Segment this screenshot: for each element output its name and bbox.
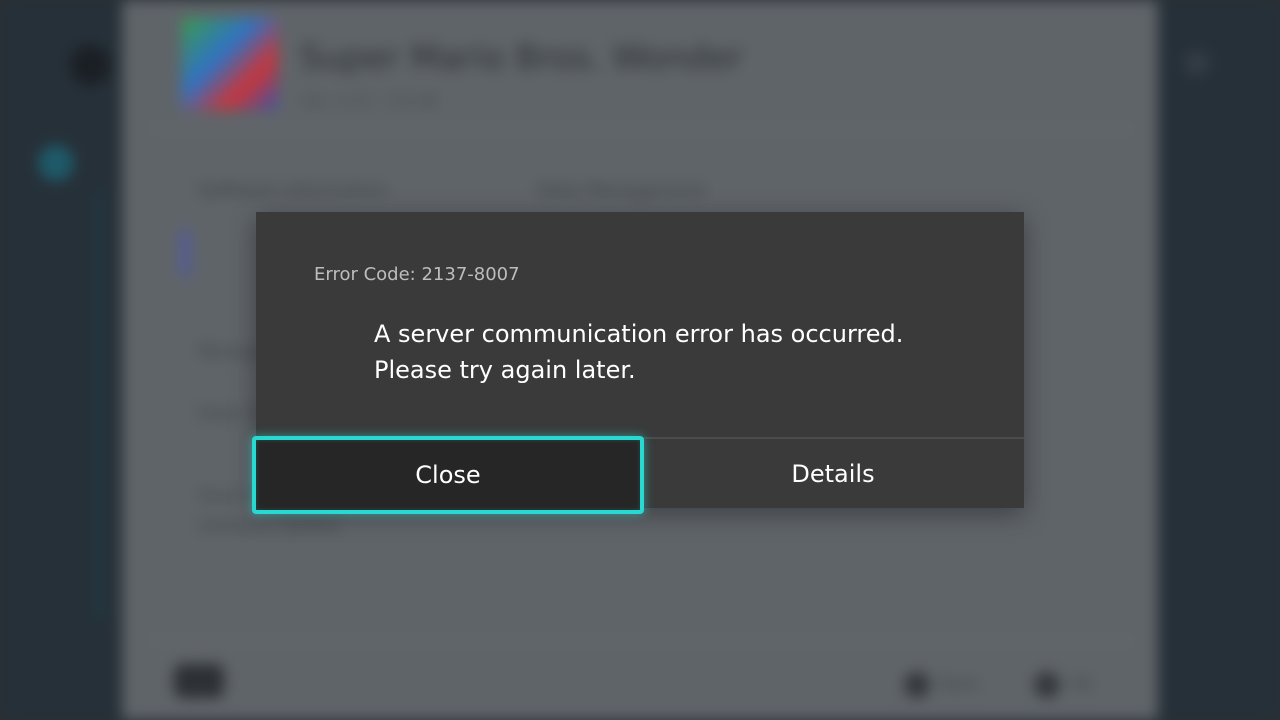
game-subtitle: Ver. 1.0.0 · 4.6 GB: [302, 92, 438, 110]
error-dialog: Error Code: 2137-8007 A server communica…: [252, 212, 1024, 514]
game-title: Super Mario Bros. Wonder: [300, 38, 743, 78]
details-button-label: Details: [791, 459, 875, 488]
details-button[interactable]: Details: [642, 439, 1024, 508]
close-button-label: Close: [415, 461, 481, 489]
a-button-icon: [1034, 672, 1060, 698]
game-thumbnail-icon: [182, 18, 278, 110]
left-sidebar: [0, 0, 122, 720]
selected-row-marker: [182, 230, 188, 276]
error-message-line: Please try again later.: [374, 356, 636, 384]
controller-icon: [174, 664, 224, 698]
list-item: Software Update: [198, 516, 340, 536]
footer-back-label: Back: [940, 674, 979, 693]
battery-icon: [1184, 50, 1210, 76]
tab-data-management: Data Management: [538, 180, 706, 201]
header-divider: [152, 128, 1132, 130]
sidebar-selected-icon: [38, 145, 74, 181]
close-button[interactable]: Close: [252, 436, 644, 514]
footer-ok-label: OK: [1070, 674, 1094, 693]
b-button-icon: [904, 672, 930, 698]
error-code: Error Code: 2137-8007: [314, 264, 520, 285]
footer-divider: [152, 640, 1132, 642]
sidebar-scroll-indicator: [96, 190, 102, 620]
user-icon: [70, 45, 110, 85]
right-sidebar: [1158, 0, 1280, 720]
error-message-line: A server communication error has occurre…: [374, 320, 904, 348]
error-message: A server communication error has occurre…: [374, 316, 994, 388]
tab-software-information: Software Information: [198, 180, 388, 201]
